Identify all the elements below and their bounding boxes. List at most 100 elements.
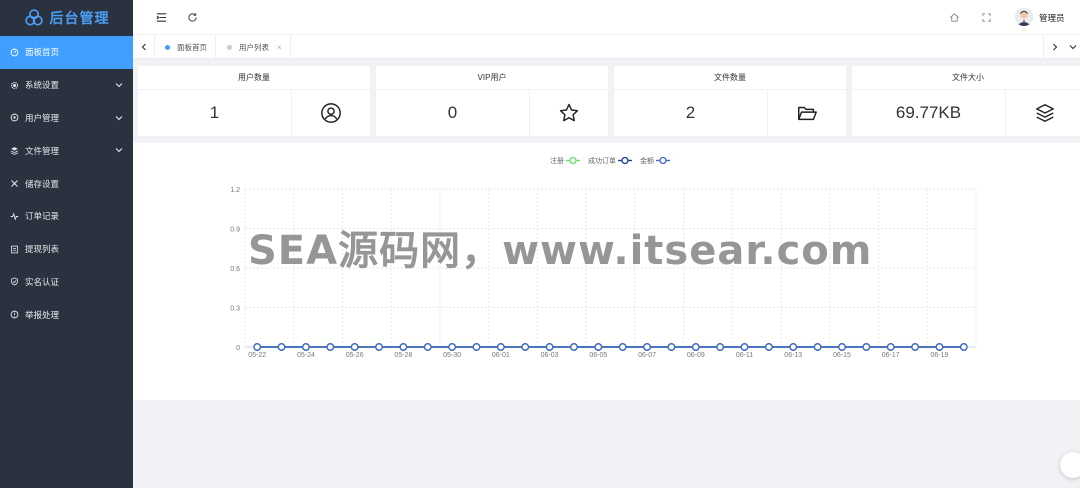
data-point	[886, 343, 895, 351]
x-tick-label: 06-15	[833, 352, 851, 359]
y-tick-label: 0.6	[230, 266, 240, 273]
stat-value: 1	[138, 90, 292, 136]
active-dot	[165, 44, 170, 50]
stat-title: VIP用户	[376, 66, 608, 90]
legend-label: 金额	[640, 156, 654, 165]
logo-icon	[24, 9, 43, 26]
floating-widget-button[interactable]	[1060, 452, 1080, 478]
tab-label: 用户列表	[239, 42, 269, 52]
data-point	[448, 343, 456, 351]
data-point	[521, 343, 530, 351]
x-tick-label: 06-13	[784, 352, 802, 359]
data-point	[789, 343, 798, 351]
stat-card-users: 用户数量 1	[138, 66, 370, 136]
data-point	[959, 343, 968, 351]
data-point	[838, 343, 846, 351]
data-point	[643, 343, 651, 351]
fullscreen-icon[interactable]	[980, 11, 992, 23]
refresh-icon[interactable]	[186, 11, 198, 23]
gear-icon	[9, 80, 19, 90]
app-title: 后台管理	[49, 10, 110, 26]
data-point	[350, 343, 359, 351]
sidebar-item-label: 举报处理	[25, 309, 60, 320]
x-tick-label: 06-17	[882, 352, 900, 359]
x-tick-label: 05-30	[443, 352, 461, 359]
x-tick-label: 05-26	[346, 352, 364, 359]
sidebar-item-0[interactable]: 面板首页	[0, 36, 133, 69]
avatar[interactable]	[1015, 8, 1033, 26]
data-point	[618, 343, 627, 351]
inactive-dot	[227, 44, 232, 50]
y-tick-label: 0.3	[230, 306, 240, 313]
data-point	[691, 343, 700, 351]
x-tick-label: 06-07	[638, 352, 656, 359]
user-circle-icon	[292, 90, 370, 136]
sidebar-item-label: 实名认证	[25, 276, 60, 287]
chevron-down-icon	[115, 81, 123, 89]
data-point	[545, 343, 554, 351]
watermark-text: SEA源码网，www.itsear.com	[248, 228, 873, 274]
app-logo[interactable]: 后台管理	[0, 0, 133, 36]
sidebar-item-label: 用户管理	[25, 112, 60, 123]
x-tick-label: 06-01	[492, 352, 510, 359]
menu-toggle-icon[interactable]	[155, 11, 167, 23]
sidebar: 后台管理 面板首页 系统设置用户管理文件管理储存设置订单记录提现列表实名认证举报处…	[0, 0, 133, 488]
sidebar-item-label: 文件管理	[25, 145, 60, 156]
sidebar-item-label: 提现列表	[25, 244, 60, 255]
y-tick-label: 0	[236, 345, 240, 352]
tabs-scroll-left-icon[interactable]	[133, 35, 155, 59]
activity-icon	[9, 211, 19, 221]
tab-dashboard[interactable]: 面板首页	[155, 35, 216, 59]
user-cog-icon	[9, 113, 19, 123]
legend-label: 成功订单	[588, 156, 616, 165]
sidebar-item-label: 订单记录	[25, 211, 60, 222]
stat-title: 文件数量	[614, 66, 846, 90]
home-icon[interactable]	[948, 11, 960, 23]
y-tick-label: 0.9	[230, 227, 240, 234]
stat-value: 0	[376, 90, 530, 136]
x-tick-label: 06-03	[541, 352, 559, 359]
data-point	[496, 343, 505, 351]
sidebar-item-4[interactable]: 储存设置	[0, 167, 133, 200]
layers-icon	[9, 146, 19, 156]
data-point	[935, 343, 944, 351]
stat-card-file-size: 文件大小 69.77KB	[852, 66, 1080, 136]
tabs-scroll-right-icon[interactable]	[1043, 35, 1065, 59]
legend-swatch-marker	[621, 156, 629, 165]
sidebar-item-5[interactable]: 订单记录	[0, 200, 133, 233]
user-name[interactable]: 管理员	[1039, 12, 1065, 24]
sidebar-item-8[interactable]: 举报处理	[0, 298, 133, 331]
sidebar-item-6[interactable]: 提现列表	[0, 233, 133, 266]
alert-circle-icon	[9, 310, 19, 320]
x-tick-label: 05-22	[248, 352, 266, 359]
chevron-down-icon	[115, 146, 123, 154]
data-point	[472, 343, 481, 351]
layers-icon	[1006, 90, 1080, 136]
sidebar-item-7[interactable]: 实名认证	[0, 266, 133, 299]
stat-value: 2	[614, 90, 768, 136]
sidebar-item-3[interactable]: 文件管理	[0, 134, 133, 167]
data-point	[716, 343, 725, 351]
data-point	[399, 343, 408, 351]
sidebar-item-2[interactable]: 用户管理	[0, 102, 133, 135]
x-tick-label: 06-05	[589, 352, 607, 359]
data-point	[765, 343, 773, 351]
x-tick-label: 05-28	[394, 352, 412, 359]
shield-check-icon	[9, 277, 19, 287]
data-point	[862, 343, 871, 351]
tab-close-icon[interactable]: ×	[277, 43, 282, 52]
list-icon	[9, 244, 19, 254]
data-point	[375, 343, 383, 351]
data-point	[667, 343, 676, 351]
dashboard-icon	[9, 47, 19, 57]
stat-title: 文件大小	[852, 66, 1080, 90]
chevron-down-icon	[115, 114, 123, 122]
stat-card-files: 文件数量 2	[614, 66, 846, 136]
data-point	[594, 343, 603, 351]
tab-user-list[interactable]: 用户列表 ×	[217, 35, 291, 59]
sidebar-item-1[interactable]: 系统设置	[0, 69, 133, 102]
sidebar-item-label: 储存设置	[25, 178, 60, 189]
data-point	[302, 343, 310, 351]
tabs-menu-chevron-icon[interactable]	[1065, 35, 1080, 59]
data-point	[423, 343, 432, 351]
